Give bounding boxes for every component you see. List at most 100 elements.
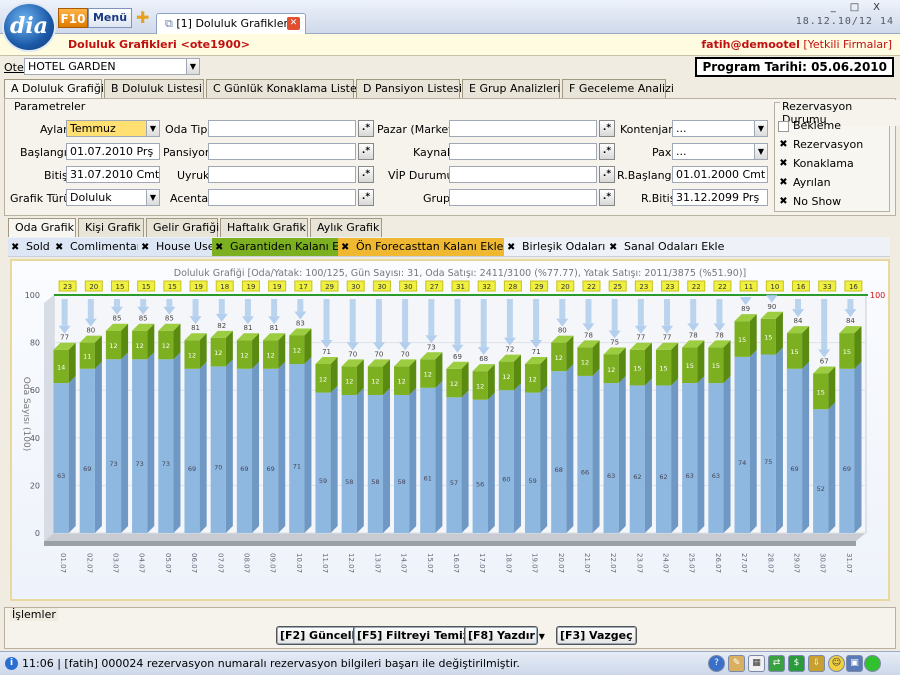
filter-sold[interactable]: ✖ Sold <box>8 238 54 256</box>
available-label: 16 <box>797 283 806 291</box>
acenta-select-button[interactable]: .* <box>358 189 374 206</box>
garanti-value-label: 12 <box>267 352 275 360</box>
window-controls[interactable]: _□X <box>831 2 894 13</box>
minimize-icon[interactable]: _ <box>831 2 850 13</box>
filter-sanal-odaları-ekle[interactable]: ✖ Sanal Odaları Ekle <box>606 238 729 256</box>
subtab-oda-grafik[interactable]: Oda Grafik <box>8 218 76 238</box>
available-arrow-shaft <box>192 299 199 317</box>
f10-button[interactable]: F10 <box>58 8 88 28</box>
oda-tipi-input[interactable] <box>208 120 356 137</box>
maximize-icon[interactable]: □ <box>850 2 873 13</box>
chevron-down-icon[interactable]: ▼ <box>754 121 767 136</box>
vip-select-button[interactable]: .* <box>599 166 615 183</box>
pansiyon-select-button[interactable]: .* <box>358 143 374 160</box>
rez-ayrılan-checkbox[interactable]: ✖ Ayrılan <box>778 176 830 189</box>
tab-grup-analizleri[interactable]: E Grup Analizleri <box>462 79 560 98</box>
vazgec-button[interactable]: [F3] Vazgeç <box>556 626 637 645</box>
bar-sold-side <box>671 378 679 533</box>
menu-button[interactable]: Menü <box>88 8 132 28</box>
chevron-down-icon[interactable]: ▼ <box>146 121 159 136</box>
tab-doluluk-grafiği[interactable]: A Doluluk Grafiği <box>4 79 104 99</box>
baslangic-input[interactable]: 01.07.2010 Prş <box>66 143 160 160</box>
pansiyon-input[interactable] <box>208 143 356 160</box>
bar-sold-side <box>121 352 129 533</box>
smiley-icon[interactable]: ☺ <box>828 655 845 672</box>
subtab-kişi-grafik[interactable]: Kişi Grafik <box>78 218 144 237</box>
sold-value-label: 58 <box>397 478 405 486</box>
close-window-icon[interactable]: X <box>873 2 894 13</box>
vip-input[interactable] <box>449 166 597 183</box>
filter-ön-forecasttan-kalanı-ekle[interactable]: ✖ Ön Forecasttan Kalanı Ekle <box>338 238 508 256</box>
download-icon[interactable]: ⇩ <box>808 655 825 672</box>
x-tick-label: 17.07 <box>478 553 486 573</box>
new-tab-icon[interactable]: ✚ <box>136 8 149 27</box>
grup-input[interactable] <box>449 189 597 206</box>
kaynak-input[interactable] <box>449 143 597 160</box>
oda-tipi-select-button[interactable]: .* <box>358 120 374 137</box>
uyruk-select-button[interactable]: .* <box>358 166 374 183</box>
lock-icon[interactable]: ▣ <box>846 655 863 672</box>
pazar-input[interactable] <box>449 120 597 137</box>
authorized-companies-link[interactable]: [Yetkili Firmalar] <box>803 38 892 51</box>
otel-select[interactable]: HOTEL GARDEN ▼ <box>24 58 200 75</box>
total-value-label: 67 <box>820 358 829 366</box>
dia-logo[interactable]: dia <box>2 2 56 52</box>
pazar-select-button[interactable]: .* <box>599 120 615 137</box>
acenta-input[interactable] <box>208 189 356 206</box>
uyruk-input[interactable] <box>208 166 356 183</box>
sold-value-label: 58 <box>371 478 379 486</box>
bitis-input[interactable]: 31.07.2010 Cmt <box>66 166 160 183</box>
chevron-down-icon[interactable]: ▼ <box>186 59 199 74</box>
chevron-down-icon[interactable]: ▼ <box>146 190 159 205</box>
rez-konaklama-checkbox[interactable]: ✖ Konaklama <box>778 157 853 170</box>
grafik-turu-select[interactable]: Doluluk ▼ <box>66 189 160 206</box>
bar-sold <box>813 409 829 533</box>
available-arrow-shaft <box>664 299 671 326</box>
bar-sold-side <box>802 361 810 533</box>
currency-icon[interactable]: $ <box>788 655 805 672</box>
document-tab[interactable]: ⧉ [1] Doluluk Grafikleri ✕ <box>156 13 306 34</box>
tab-doluluk-listesi[interactable]: B Doluluk Listesi <box>104 79 204 98</box>
subtab-aylık-grafik[interactable]: Aylık Grafik <box>310 218 382 237</box>
chevron-down-icon: ▼ <box>538 632 545 641</box>
bar-sold-side <box>461 390 469 533</box>
kontenjan-select[interactable]: ... ▼ <box>672 120 768 137</box>
aylar-select[interactable]: Temmuz ▼ <box>66 120 160 137</box>
tab-pansiyon-listesi[interactable]: D Pansiyon Listesi <box>356 79 462 98</box>
bar-sold <box>315 392 331 533</box>
sold-value-label: 59 <box>319 477 327 485</box>
document-tab-label: [1] Doluluk Grafikleri <box>176 17 292 30</box>
help-icon[interactable]: ? <box>708 655 725 672</box>
rez-rezervasyon-checkbox[interactable]: ✖ Rezervasyon <box>778 138 863 151</box>
pax-select[interactable]: ... ▼ <box>672 143 768 160</box>
sold-value-label: 60 <box>502 476 510 484</box>
rez-no-show-checkbox[interactable]: ✖ No Show <box>778 195 841 208</box>
actions-title: İşlemler <box>10 608 58 621</box>
subtab-gelir-grafiği[interactable]: Gelir Grafiği <box>146 218 219 237</box>
subtab-haftalık-grafik[interactable]: Haftalık Grafik <box>220 218 308 237</box>
filter-house-use[interactable]: ✖ House Use <box>138 238 219 256</box>
r-baslangic-input[interactable]: 01.01.2000 Cmt <box>672 166 768 183</box>
tools-icon[interactable]: ✎ <box>728 655 745 672</box>
chevron-down-icon[interactable]: ▼ <box>754 144 767 159</box>
available-label: 18 <box>220 283 229 291</box>
bar-sold-side <box>435 380 443 533</box>
tab-günlük-konaklama-listesi[interactable]: C Günlük Konaklama Listesi <box>206 79 366 98</box>
grup-select-button[interactable]: .* <box>599 189 615 206</box>
close-tab-icon[interactable]: ✕ <box>287 17 300 30</box>
available-arrow-shaft <box>454 299 461 345</box>
tab-geceleme-analizi[interactable]: F Geceleme Analizi <box>562 79 674 98</box>
total-value-label: 71 <box>322 348 331 356</box>
bar-sold <box>420 387 436 533</box>
bar-sold <box>289 364 305 533</box>
r-bitis-input[interactable]: 31.12.2099 Prş <box>672 189 768 206</box>
bitis-label: Bitiş <box>44 169 68 182</box>
filter-comlimentary[interactable]: ✖ Comlimentary <box>52 238 152 256</box>
yazdir-button[interactable]: [F8] Yazdır ▼ <box>464 626 545 645</box>
calculator-icon[interactable]: ▦ <box>748 655 765 672</box>
kaynak-select-button[interactable]: .* <box>599 143 615 160</box>
exchange-icon[interactable]: ⇄ <box>768 655 785 672</box>
rez-bekleme-checkbox[interactable]: Bekleme <box>778 119 841 132</box>
online-status-icon[interactable] <box>864 655 881 672</box>
total-value-label: 77 <box>636 334 645 342</box>
